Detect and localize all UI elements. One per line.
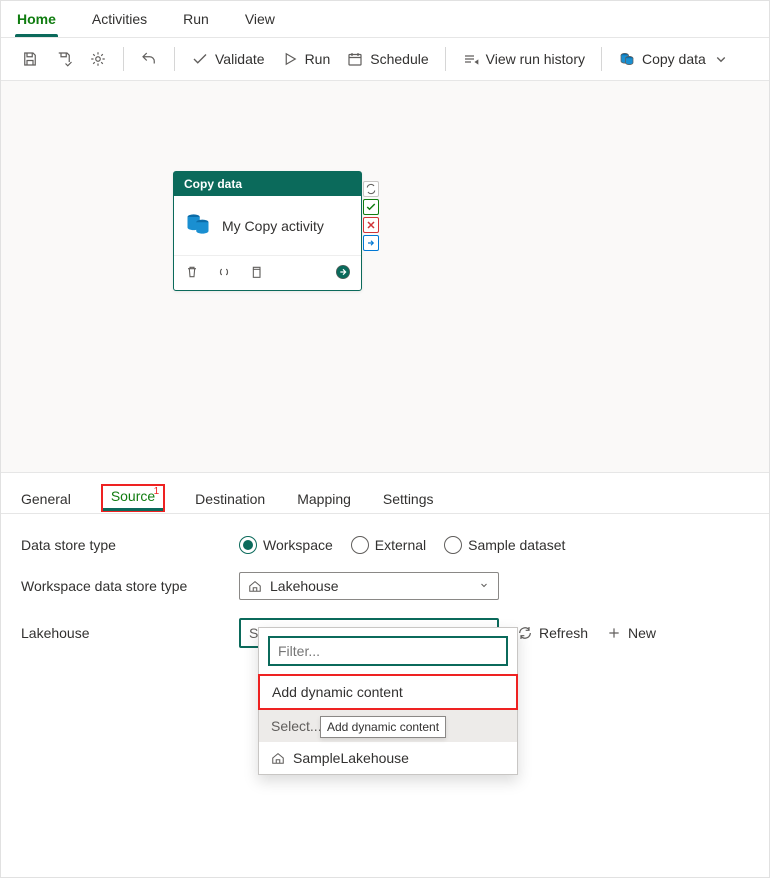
activity-card[interactable]: Copy data My Copy activity [173,171,362,291]
lakehouse-icon [248,579,262,593]
refresh-button[interactable]: Refresh [517,625,588,641]
data-store-type-label: Data store type [21,537,239,553]
play-icon [281,50,299,68]
menu-tab-run[interactable]: Run [181,7,211,37]
tooltip: Add dynamic content [320,716,446,738]
save-icon [21,50,39,68]
lakehouse-icon [271,751,285,765]
ws-type-select[interactable]: Lakehouse [239,572,499,600]
activity-connectors [363,181,379,251]
prop-tab-settings[interactable]: Settings [381,485,436,513]
schedule-button[interactable]: Schedule [340,46,434,72]
copy-data-button[interactable]: Copy data [612,46,736,72]
save-as-button[interactable] [49,46,79,72]
menu-tab-view[interactable]: View [243,7,277,37]
property-tabs: General Source1 Destination Mapping Sett… [1,479,769,514]
calendar-icon [346,50,364,68]
view-history-button[interactable]: View run history [456,46,591,72]
connector-repeat-icon[interactable] [363,181,379,197]
database-icon [618,50,636,68]
validate-button[interactable]: Validate [185,46,271,72]
activity-body: My Copy activity [174,196,361,255]
ws-type-label: Workspace data store type [21,578,239,594]
prop-tab-destination[interactable]: Destination [193,485,267,513]
save-as-icon [55,50,73,68]
code-icon[interactable] [216,264,232,280]
undo-icon [140,50,158,68]
clone-icon[interactable] [248,264,264,280]
save-button[interactable] [15,46,45,72]
menu-tab-home[interactable]: Home [15,7,58,37]
run-label: Run [305,51,331,67]
activity-run-icon[interactable] [335,264,351,280]
delete-icon[interactable] [184,264,200,280]
menu-tab-activities[interactable]: Activities [90,7,149,37]
dropdown-filter-input[interactable] [268,636,508,666]
radio-sample[interactable]: Sample dataset [444,536,565,554]
prop-tab-general[interactable]: General [19,485,73,513]
validate-label: Validate [215,51,265,67]
activity-footer [174,255,361,290]
connector-fail-icon[interactable] [363,217,379,233]
connector-skip-icon[interactable] [363,235,379,251]
view-history-label: View run history [486,51,585,67]
chevron-down-icon [478,578,490,594]
schedule-label: Schedule [370,51,428,67]
refresh-icon [517,625,533,641]
source-badge: 1 [154,486,160,497]
radio-workspace[interactable]: Workspace [239,536,333,554]
activity-title: My Copy activity [222,218,324,234]
dropdown-option-samplelakehouse[interactable]: SampleLakehouse [259,742,517,774]
menu-tabs: Home Activities Run View [1,1,769,38]
radio-external[interactable]: External [351,536,426,554]
settings-button[interactable] [83,46,113,72]
add-dynamic-content-item[interactable]: Add dynamic content [258,674,518,710]
chevron-down-icon [712,50,730,68]
toolbar: Validate Run Schedule View run history C… [1,38,769,81]
undo-button[interactable] [134,46,164,72]
copy-data-icon [184,210,212,241]
copy-data-label: Copy data [642,51,706,67]
gear-icon [89,50,107,68]
ws-type-value: Lakehouse [270,578,339,594]
lakehouse-label: Lakehouse [21,625,239,641]
pipeline-canvas[interactable]: Copy data My Copy activity [1,81,769,473]
lakehouse-dropdown: Add dynamic content Select... SampleLake… [258,627,518,775]
check-icon [191,50,209,68]
activity-header: Copy data [174,172,361,196]
connector-success-icon[interactable] [363,199,379,215]
prop-tab-mapping[interactable]: Mapping [295,485,353,513]
prop-tab-source[interactable]: Source1 [101,484,165,512]
plus-icon [606,625,622,641]
run-button[interactable]: Run [275,46,337,72]
history-icon [462,50,480,68]
new-button[interactable]: New [606,625,656,641]
